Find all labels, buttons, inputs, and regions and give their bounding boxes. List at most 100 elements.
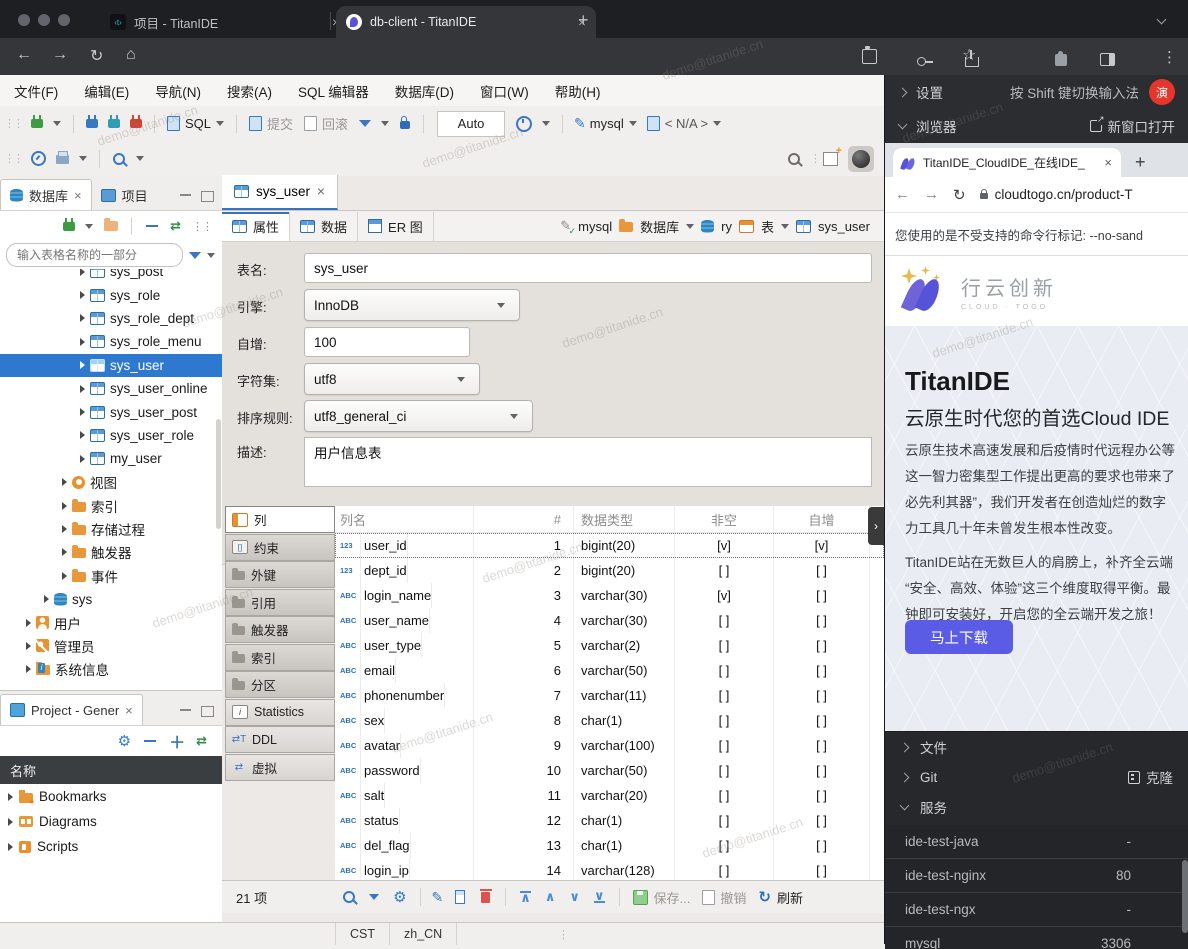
database-list-icon[interactable] — [647, 116, 660, 131]
expander-icon[interactable] — [26, 642, 31, 650]
tree-item[interactable]: sys_role_menu — [0, 330, 222, 353]
collapse-all-icon[interactable] — [146, 225, 158, 227]
column-auto-increment-checkbox[interactable]: [ ] — [774, 758, 870, 783]
auto-increment-input[interactable] — [304, 327, 470, 357]
bookmark-star-icon[interactable]: ☆ — [962, 45, 976, 65]
column-row[interactable]: ABCphonenumber 7 varchar(11) [ ] [ ] — [335, 683, 884, 708]
search-icon[interactable] — [343, 891, 355, 903]
dropdown-caret-icon[interactable] — [629, 121, 637, 126]
commit-icon[interactable] — [249, 116, 262, 131]
panel-menu-icon[interactable]: ⋮⋮ — [192, 220, 212, 233]
tree-item[interactable]: 存储过程 — [0, 517, 222, 540]
maximize-panel-icon[interactable] — [201, 191, 214, 202]
aspect-tab[interactable]: [] 约束 — [225, 534, 335, 561]
column-auto-increment-checkbox[interactable]: [ ] — [774, 683, 870, 708]
column-row[interactable]: 123dept_id 2 bigint(20) [ ] [ ] — [335, 558, 884, 583]
home-icon[interactable]: ⌂ — [126, 46, 136, 64]
move-bottom-icon[interactable]: ∨ — [594, 891, 605, 903]
demo-badge[interactable]: 演 — [1149, 79, 1175, 105]
dropdown-caret-icon[interactable] — [686, 224, 694, 229]
column-not-null-checkbox[interactable]: [ ] — [675, 558, 774, 583]
column-row[interactable]: ABCemail 6 varchar(50) [ ] [ ] — [335, 658, 884, 683]
expander-icon[interactable] — [8, 843, 13, 851]
tab-project-general[interactable]: Project - Gener × — [0, 694, 143, 725]
column-not-null-checkbox[interactable]: [ ] — [675, 808, 774, 833]
tree-item[interactable]: sys_post — [0, 269, 222, 283]
column-row[interactable]: ABCavatar 9 varchar(100) [ ] [ ] — [335, 733, 884, 758]
side-panel-icon[interactable] — [1100, 53, 1115, 66]
move-top-icon[interactable]: ∧ — [520, 891, 531, 903]
column-not-null-checkbox[interactable]: [ ] — [675, 733, 774, 758]
column-auto-increment-checkbox[interactable]: [ ] — [774, 733, 870, 758]
rollback-button[interactable]: 回滚 — [322, 114, 348, 133]
panel-scrollbar[interactable] — [1182, 860, 1188, 933]
column-not-null-checkbox[interactable]: [ ] — [675, 783, 774, 808]
reconnect-icon[interactable] — [108, 119, 120, 128]
column-not-null-checkbox[interactable]: [ ] — [675, 658, 774, 683]
transaction-log-icon[interactable] — [516, 116, 532, 132]
git-section-row[interactable]: Git 克隆 — [885, 762, 1188, 792]
column-not-null-checkbox[interactable]: [ ] — [675, 858, 774, 880]
menu-item[interactable]: 编辑(E) — [84, 81, 129, 101]
header-ordinal[interactable]: # — [474, 506, 574, 532]
menu-item[interactable]: 文件(F) — [14, 81, 58, 101]
tree-item[interactable]: sys_role_dept — [0, 307, 222, 330]
expander-icon[interactable] — [8, 793, 13, 801]
move-down-icon[interactable]: ∨ — [569, 889, 580, 905]
browser-tab-project[interactable]: ‹t› 项目 - TitanIDE × — [100, 6, 350, 38]
column-row[interactable]: ABCstatus 12 char(1) [ ] [ ] — [335, 808, 884, 833]
tab-data[interactable]: 数据 — [290, 212, 358, 241]
aspect-tab[interactable]: 触发器 — [225, 616, 335, 643]
project-tree-item[interactable]: Diagrams — [0, 809, 222, 834]
download-button[interactable]: 马上下载 — [905, 620, 1013, 654]
column-auto-increment-checkbox[interactable]: [ ] — [774, 708, 870, 733]
active-connection-select[interactable]: mysql — [590, 116, 624, 131]
browser-section-row[interactable]: 浏览器 新窗口打开 — [885, 109, 1188, 143]
close-tab-icon[interactable]: × — [74, 188, 82, 203]
column-row[interactable]: ABClogin_ip 14 varchar(128) [ ] [ ] — [335, 858, 884, 880]
expander-icon[interactable] — [80, 385, 85, 393]
dropdown-caret-icon[interactable] — [53, 121, 61, 126]
column-auto-increment-checkbox[interactable]: [ ] — [774, 608, 870, 633]
forward-icon[interactable]: → — [924, 186, 939, 203]
tree-item[interactable]: 事件 — [0, 564, 222, 587]
new-connection-icon[interactable] — [63, 222, 75, 231]
git-clone-button[interactable]: 克隆 — [1128, 767, 1173, 787]
services-section-row[interactable]: 服务 — [885, 792, 1188, 822]
dropdown-caret-icon[interactable] — [216, 121, 224, 126]
revert-icon[interactable] — [702, 890, 715, 905]
tree-item[interactable]: sys_user_post — [0, 400, 222, 423]
maximize-panel-icon[interactable] — [201, 706, 214, 717]
dropdown-caret-icon[interactable] — [542, 121, 550, 126]
expander-icon[interactable] — [80, 431, 85, 439]
reload-icon[interactable]: ↻ — [90, 46, 103, 66]
service-row[interactable]: mysql 3306 — [885, 927, 1188, 949]
column-row[interactable]: ABCdel_flag 13 char(1) [ ] [ ] — [335, 833, 884, 858]
column-row[interactable]: ABCsex 8 char(1) [ ] [ ] — [335, 708, 884, 733]
refresh-icon[interactable]: ↻ — [758, 888, 771, 906]
tab-database[interactable]: 数据库 × — [0, 179, 92, 210]
expander-icon[interactable] — [26, 665, 31, 673]
expander-icon[interactable] — [62, 525, 67, 533]
expander-icon[interactable] — [80, 455, 85, 463]
minimize-panel-icon[interactable] — [180, 706, 191, 711]
rollback-icon[interactable] — [304, 116, 317, 131]
service-row[interactable]: ide-test-nginx 80 — [885, 859, 1188, 893]
search-icon[interactable] — [113, 153, 125, 165]
column-row[interactable]: 123user_id 1 bigint(20) [v] [v] — [335, 533, 884, 558]
description-textarea[interactable]: 用户信息表 — [304, 437, 872, 487]
expander-icon[interactable] — [44, 595, 49, 603]
back-icon[interactable]: ← — [895, 186, 910, 203]
tree-item[interactable]: sys_user — [0, 354, 222, 377]
column-auto-increment-checkbox[interactable]: [ ] — [774, 633, 870, 658]
column-row[interactable]: ABCsalt 11 varchar(20) [ ] [ ] — [335, 783, 884, 808]
transaction-filter-icon[interactable] — [359, 120, 371, 127]
print-icon[interactable] — [56, 155, 69, 164]
column-auto-increment-checkbox[interactable]: [ ] — [774, 808, 870, 833]
expander-icon[interactable] — [62, 548, 67, 556]
column-row[interactable]: ABCpassword 10 varchar(50) [ ] [ ] — [335, 758, 884, 783]
active-database-select[interactable]: < N/A > — [665, 116, 708, 131]
gear-icon[interactable]: ⚙ — [118, 732, 131, 750]
new-folder-icon[interactable] — [104, 221, 118, 231]
expander-icon[interactable] — [80, 269, 85, 276]
